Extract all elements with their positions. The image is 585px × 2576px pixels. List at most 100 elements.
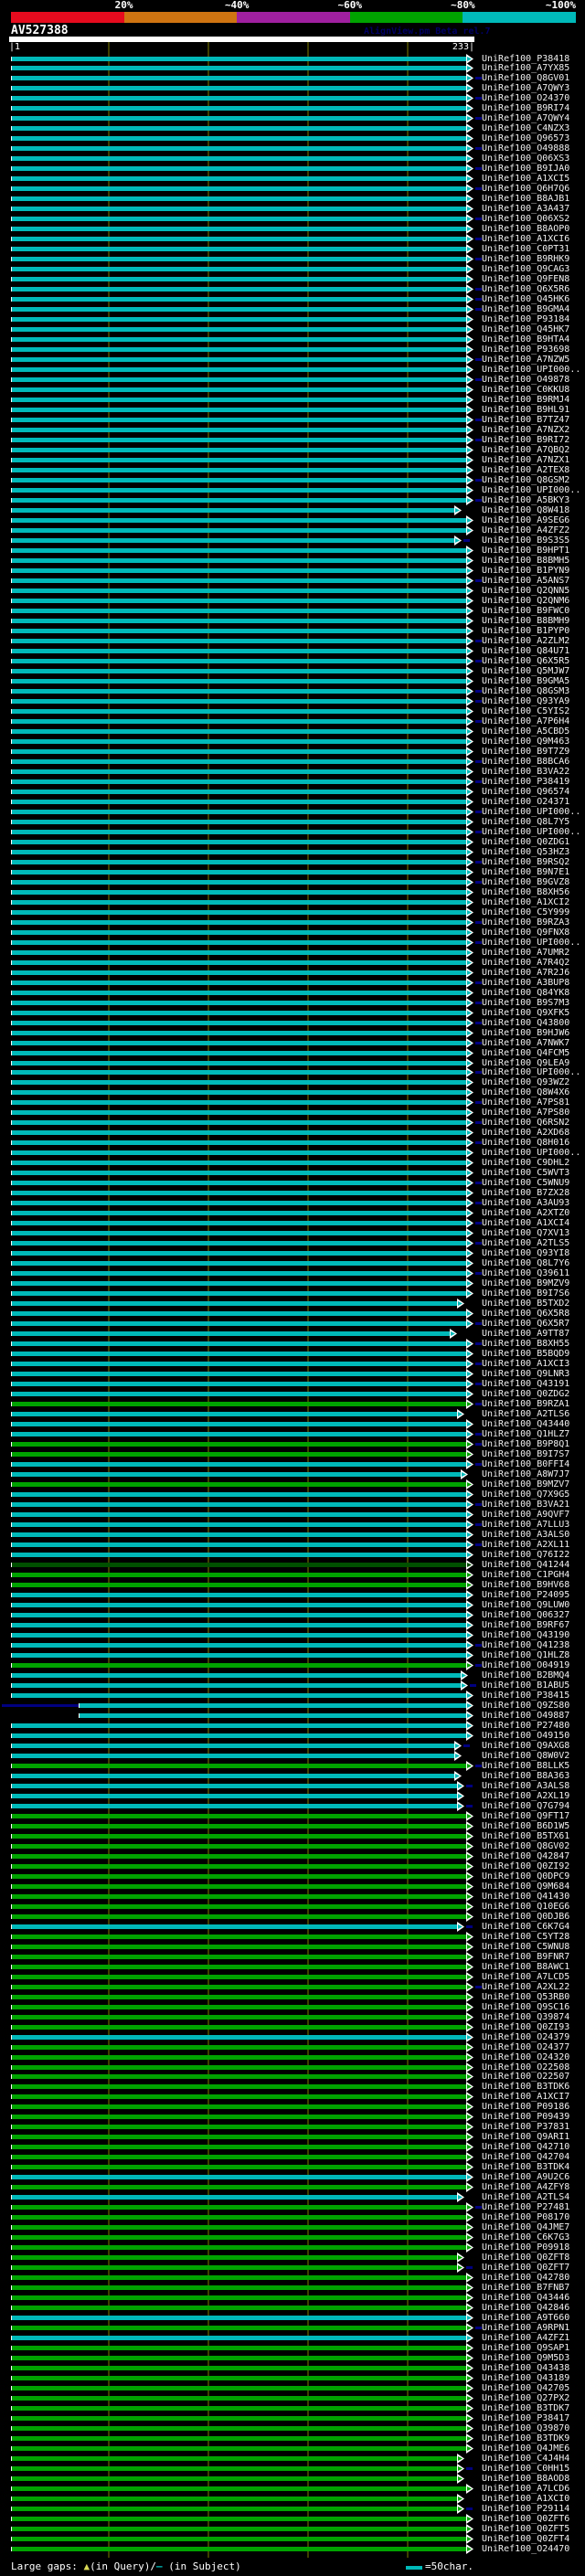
hit-label[interactable]: UniRef100_Q9AXG8	[482, 1741, 569, 1751]
hit-label[interactable]: UniRef100_A2TLS5	[482, 1238, 569, 1248]
hit-label[interactable]: UniRef100_B3TDK9	[482, 2433, 569, 2443]
hit-label[interactable]: UniRef100_Q9FNX8	[482, 928, 569, 938]
hit-label[interactable]: UniRef100_O04919	[482, 1660, 569, 1670]
hit-label[interactable]: UniRef100_C4J4H4	[482, 2454, 569, 2464]
alignment-bar[interactable]	[11, 2346, 468, 2350]
alignment-bar[interactable]	[11, 1784, 459, 1788]
hit-label[interactable]: UniRef100_P37831	[482, 2122, 569, 2132]
alignment-bar[interactable]	[11, 820, 468, 824]
hit-label[interactable]: UniRef100_B9RZA3	[482, 917, 569, 928]
hit-label[interactable]: UniRef100_Q84YK8	[482, 988, 569, 998]
alignment-bar[interactable]	[11, 719, 468, 724]
hit-label[interactable]: UniRef100_Q0ZFT7	[482, 2263, 569, 2273]
hit-label[interactable]: UniRef100_Q0ZFT6	[482, 2514, 569, 2524]
alignment-bar[interactable]	[11, 1021, 468, 1025]
alignment-bar[interactable]	[11, 76, 468, 80]
alignment-bar[interactable]	[11, 1080, 468, 1085]
hit-label[interactable]: UniRef100_Q43438	[482, 2363, 569, 2373]
hit-label[interactable]: UniRef100_B2BMQ4	[482, 1670, 569, 1680]
alignment-bar[interactable]	[11, 2084, 468, 2089]
hit-label[interactable]: UniRef100_Q9SAP1	[482, 2343, 569, 2353]
hit-label[interactable]: UniRef100_B3TDK7	[482, 2403, 569, 2413]
alignment-bar[interactable]	[11, 2245, 468, 2250]
hit-label[interactable]: UniRef100_Q8W418	[482, 505, 569, 515]
hit-label[interactable]: UniRef100_B0FFI4	[482, 1459, 569, 1469]
alignment-bar[interactable]	[11, 1100, 468, 1105]
alignment-bar[interactable]	[11, 1372, 468, 1376]
alignment-bar[interactable]	[11, 1854, 468, 1859]
hit-label[interactable]: UniRef100_Q42704	[482, 2152, 569, 2162]
hit-label[interactable]: UniRef100_A1XCI7	[482, 2092, 569, 2102]
alignment-bar[interactable]	[11, 146, 468, 151]
alignment-bar[interactable]	[11, 136, 468, 141]
alignment-bar[interactable]	[11, 166, 468, 171]
alignment-bar[interactable]	[11, 66, 468, 70]
hit-label[interactable]: UniRef100_P38415	[482, 1691, 569, 1701]
hit-label[interactable]: UniRef100_Q43189	[482, 2373, 569, 2383]
hit-label[interactable]: UniRef100_Q9ARI1	[482, 2132, 569, 2142]
alignment-bar[interactable]	[11, 1583, 468, 1587]
hit-label[interactable]: UniRef100_B9GMA5	[482, 676, 569, 686]
hit-label[interactable]: UniRef100_C5WVT3	[482, 1168, 569, 1178]
alignment-bar[interactable]	[11, 57, 468, 61]
hit-label[interactable]: UniRef100_Q43191	[482, 1379, 569, 1389]
hit-label[interactable]: UniRef100_A4ZFY8	[482, 2182, 569, 2192]
alignment-bar[interactable]	[11, 1110, 468, 1115]
hit-label[interactable]: UniRef100_B3TDK6	[482, 2082, 569, 2092]
alignment-bar[interactable]	[11, 940, 468, 945]
hit-label[interactable]: UniRef100_Q9CAG3	[482, 264, 569, 274]
hit-label[interactable]: UniRef100_A5CBD5	[482, 726, 569, 737]
alignment-bar[interactable]	[11, 1231, 468, 1235]
hit-label[interactable]: UniRef100_B3TDK4	[482, 2162, 569, 2172]
alignment-bar[interactable]	[11, 1341, 468, 1346]
hit-label[interactable]: UniRef100_UPI000..	[482, 1148, 580, 1158]
hit-label[interactable]: UniRef100_A7LLU3	[482, 1520, 569, 1530]
hit-label[interactable]: UniRef100_Q8GSM3	[482, 686, 569, 696]
hit-label[interactable]: UniRef100_P93698	[482, 345, 569, 355]
alignment-bar[interactable]	[11, 2225, 468, 2230]
alignment-bar[interactable]	[11, 1331, 452, 1336]
alignment-bar[interactable]	[11, 1693, 468, 1698]
alignment-bar[interactable]	[11, 2015, 468, 2019]
hit-label[interactable]: UniRef100_Q6RSN2	[482, 1118, 569, 1128]
alignment-bar[interactable]	[11, 558, 468, 563]
alignment-bar[interactable]	[11, 870, 468, 875]
hit-label[interactable]: UniRef100_UPI000..	[482, 938, 580, 948]
alignment-bar[interactable]	[11, 2376, 468, 2380]
alignment-bar[interactable]	[11, 1764, 468, 1768]
hit-label[interactable]: UniRef100_Q0ZFT8	[482, 2253, 569, 2263]
alignment-bar[interactable]	[11, 1673, 463, 1678]
alignment-bar[interactable]	[11, 2396, 468, 2401]
alignment-bar[interactable]	[11, 609, 468, 613]
alignment-bar[interactable]	[11, 1874, 468, 1879]
alignment-bar[interactable]	[11, 1392, 468, 1396]
alignment-bar[interactable]	[11, 970, 468, 975]
alignment-bar[interactable]	[11, 498, 468, 503]
alignment-bar[interactable]	[11, 1352, 468, 1356]
hit-label[interactable]: UniRef100_Q0DJB6	[482, 1912, 569, 1922]
alignment-bar[interactable]	[11, 1211, 468, 1215]
alignment-bar[interactable]	[11, 478, 468, 482]
alignment-bar[interactable]	[11, 377, 468, 382]
hit-label[interactable]: UniRef100_B9HV68	[482, 1580, 569, 1590]
alignment-bar[interactable]	[11, 1452, 468, 1457]
hit-label[interactable]: UniRef100_B8AWC1	[482, 1962, 569, 1972]
hit-label[interactable]: UniRef100_B5BQD9	[482, 1349, 569, 1359]
alignment-bar[interactable]	[11, 790, 468, 794]
alignment-bar[interactable]	[11, 176, 468, 181]
alignment-bar[interactable]	[11, 1412, 459, 1416]
alignment-bar[interactable]	[79, 1703, 468, 1708]
alignment-bar[interactable]	[11, 1070, 468, 1075]
alignment-bar[interactable]	[11, 357, 468, 362]
hit-label[interactable]: UniRef100_Q6X5R8	[482, 1309, 569, 1319]
alignment-bar[interactable]	[11, 1362, 468, 1366]
alignment-bar[interactable]	[11, 1935, 468, 1939]
alignment-bar[interactable]	[11, 1653, 468, 1658]
alignment-bar[interactable]	[11, 639, 468, 643]
alignment-bar[interactable]	[11, 1472, 463, 1477]
alignment-bar[interactable]	[11, 1281, 468, 1286]
alignment-bar[interactable]	[11, 1522, 468, 1527]
hit-label[interactable]: UniRef100_Q6X5R7	[482, 1319, 569, 1329]
alignment-bar[interactable]	[11, 106, 468, 111]
alignment-bar[interactable]	[11, 2295, 468, 2300]
